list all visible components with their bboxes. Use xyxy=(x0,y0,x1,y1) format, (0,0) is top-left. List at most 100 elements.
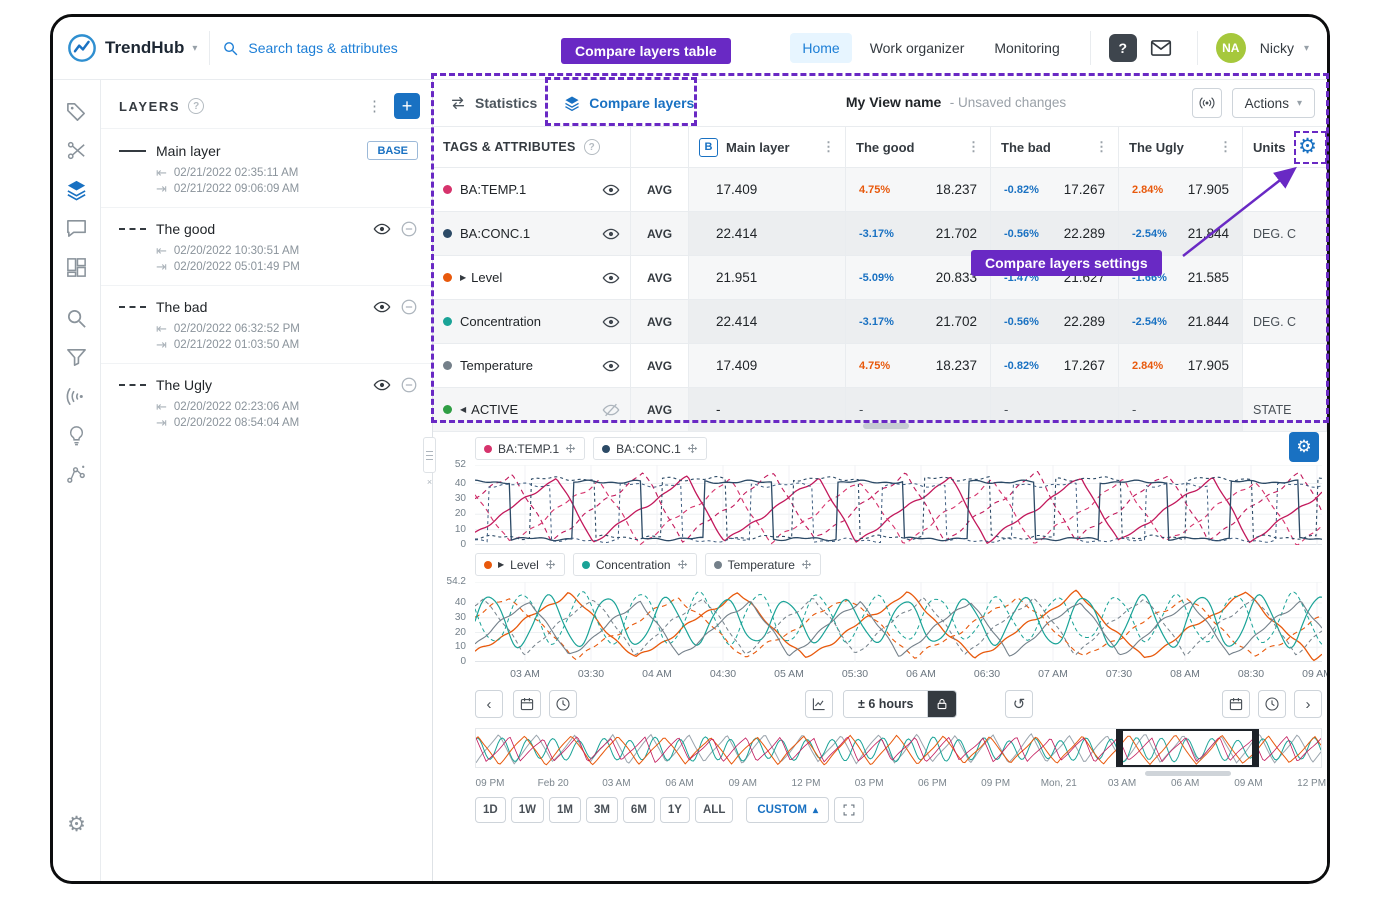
compare-layers-settings-gear-icon[interactable]: ⚙ xyxy=(1298,136,1317,157)
custom-range-button[interactable]: CUSTOM▴ xyxy=(746,797,829,823)
column-menu-icon[interactable]: ⋮ xyxy=(1095,139,1108,155)
layer-entry[interactable]: The good ⇤02/20/2022 10:30:51 AM ⇥02/20/… xyxy=(101,207,432,285)
column-menu-icon[interactable]: ⋮ xyxy=(967,139,980,155)
avatar[interactable]: NA xyxy=(1216,33,1246,63)
actions-button[interactable]: Actions ▾ xyxy=(1232,88,1315,118)
nav-home[interactable]: Home xyxy=(790,33,851,63)
range-button-1d[interactable]: 1D xyxy=(475,797,506,823)
remove-layer-icon[interactable] xyxy=(400,376,418,394)
range-button-all[interactable]: ALL xyxy=(695,797,733,823)
help-button[interactable]: ? xyxy=(1109,34,1137,62)
panel-resize-handle[interactable] xyxy=(423,437,436,473)
aggregation-cell[interactable]: AVG xyxy=(631,388,689,432)
layer-entry[interactable]: Main layer BASE ⇤02/21/2022 02:35:11 AM … xyxy=(101,128,432,207)
tags-icon[interactable] xyxy=(65,100,88,123)
range-button-1m[interactable]: 1M xyxy=(549,797,581,823)
table-row[interactable]: Temperature AVG 17.4094.75%18.237-0.82%1… xyxy=(433,344,1327,388)
table-row[interactable]: BA:TEMP.1 AVG 17.4094.75%18.237-0.82%17.… xyxy=(433,168,1327,212)
expand-icon[interactable]: ▶ xyxy=(498,560,504,569)
help-icon[interactable]: ? xyxy=(584,139,600,155)
dashboards-icon[interactable] xyxy=(65,256,88,279)
lock-icon[interactable] xyxy=(927,691,956,717)
range-button-6m[interactable]: 6M xyxy=(623,797,655,823)
layer-entry[interactable]: The bad ⇤02/20/2022 06:32:52 PM ⇥02/21/2… xyxy=(101,285,432,363)
trim-icon[interactable] xyxy=(65,139,88,162)
chevron-down-icon[interactable]: ▾ xyxy=(192,43,197,54)
legend-chip[interactable]: Temperature xyxy=(705,553,821,576)
chart-settings-button[interactable]: ⚙ xyxy=(1289,432,1319,462)
visibility-eye-icon[interactable] xyxy=(602,269,620,287)
legend-chip[interactable]: Concentration xyxy=(573,553,697,576)
help-icon[interactable]: ? xyxy=(188,98,204,114)
layer-visibility-eye-icon[interactable] xyxy=(373,220,391,238)
visibility-eye-off-icon[interactable] xyxy=(602,401,620,419)
aggregation-cell[interactable]: AVG xyxy=(631,212,689,256)
table-row[interactable]: ▶ Level AVG 21.951-5.09%20.833-1.47%21.6… xyxy=(433,256,1327,300)
aggregation-cell[interactable]: AVG xyxy=(631,168,689,212)
range-button-3m[interactable]: 3M xyxy=(586,797,618,823)
trend-chart-top[interactable] xyxy=(475,465,1322,545)
move-icon[interactable] xyxy=(677,559,688,570)
mail-icon[interactable] xyxy=(1149,36,1173,60)
pan-right-button[interactable]: › xyxy=(1294,690,1322,718)
aggregation-cell[interactable]: AVG xyxy=(631,300,689,344)
table-row[interactable]: Concentration AVG 22.414-3.17%21.702-0.5… xyxy=(433,300,1327,344)
recommendations-icon[interactable] xyxy=(65,424,88,447)
start-time-picker-button[interactable] xyxy=(549,690,577,718)
chart-type-button[interactable] xyxy=(805,690,833,718)
end-time-picker-button[interactable] xyxy=(1258,690,1286,718)
expand-icon[interactable]: ▶ xyxy=(460,273,466,282)
time-brush[interactable] xyxy=(1116,729,1259,767)
move-icon[interactable] xyxy=(687,443,698,454)
aggregation-cell[interactable]: AVG xyxy=(631,256,689,300)
visibility-eye-icon[interactable] xyxy=(602,225,620,243)
layer-visibility-eye-icon[interactable] xyxy=(373,298,391,316)
visibility-eye-icon[interactable] xyxy=(602,357,620,375)
layer-visibility-eye-icon[interactable] xyxy=(373,376,391,394)
aggregation-cell[interactable]: AVG xyxy=(631,344,689,388)
remove-layer-icon[interactable] xyxy=(400,298,418,316)
panel-collapse-icon[interactable]: × xyxy=(423,477,436,487)
nav-monitoring[interactable]: Monitoring xyxy=(982,33,1071,63)
trend-chart-bottom[interactable] xyxy=(475,582,1322,662)
visibility-eye-icon[interactable] xyxy=(602,181,620,199)
layers-icon[interactable] xyxy=(65,178,88,201)
column-menu-icon[interactable]: ⋮ xyxy=(1219,139,1232,155)
add-layer-button[interactable]: + xyxy=(394,93,420,119)
brush-handle-right[interactable] xyxy=(1252,731,1257,765)
global-search[interactable] xyxy=(222,40,488,57)
brush-handle-left[interactable] xyxy=(1118,731,1123,765)
table-row[interactable]: BA:CONC.1 AVG 22.414-3.17%21.702-0.56%22… xyxy=(433,212,1327,256)
start-date-picker-button[interactable] xyxy=(513,690,541,718)
range-button-1w[interactable]: 1W xyxy=(511,797,544,823)
search-input[interactable] xyxy=(248,40,488,56)
expand-view-button[interactable] xyxy=(834,797,864,823)
legend-chip[interactable]: BA:TEMP.1 xyxy=(475,437,585,460)
chevron-down-icon[interactable]: ▾ xyxy=(1304,43,1309,54)
move-icon[interactable] xyxy=(545,559,556,570)
context-chart[interactable] xyxy=(475,728,1322,768)
context-scrollbar[interactable] xyxy=(1145,771,1231,776)
layer-entry[interactable]: The Ugly ⇤02/20/2022 02:23:06 AM ⇥02/20/… xyxy=(101,363,432,441)
move-icon[interactable] xyxy=(565,443,576,454)
search-icon[interactable] xyxy=(65,307,88,330)
column-menu-icon[interactable]: ⋮ xyxy=(822,139,835,155)
app-logo[interactable]: TrendHub ▾ xyxy=(67,33,197,63)
tab-compare-layers[interactable]: Compare layers xyxy=(563,94,694,112)
visibility-eye-icon[interactable] xyxy=(602,313,620,331)
table-horizontal-scrollbar[interactable] xyxy=(863,423,909,429)
comments-icon[interactable] xyxy=(65,217,88,240)
settings-gear-icon[interactable]: ⚙ xyxy=(67,814,86,835)
layers-menu-icon[interactable]: ⋮ xyxy=(367,97,382,115)
live-mode-button[interactable] xyxy=(1192,88,1222,118)
remove-layer-icon[interactable] xyxy=(400,220,418,238)
pan-left-button[interactable]: ‹ xyxy=(475,690,503,718)
legend-chip[interactable]: BA:CONC.1 xyxy=(593,437,707,460)
move-icon[interactable] xyxy=(801,559,812,570)
analytics-icon[interactable] xyxy=(65,463,88,486)
collapse-icon[interactable]: ◀ xyxy=(460,405,466,414)
nav-work-organizer[interactable]: Work organizer xyxy=(858,33,977,63)
range-button-1y[interactable]: 1Y xyxy=(660,797,690,823)
time-span-button[interactable]: ± 6 hours xyxy=(843,690,957,718)
monitors-icon[interactable] xyxy=(65,385,88,408)
